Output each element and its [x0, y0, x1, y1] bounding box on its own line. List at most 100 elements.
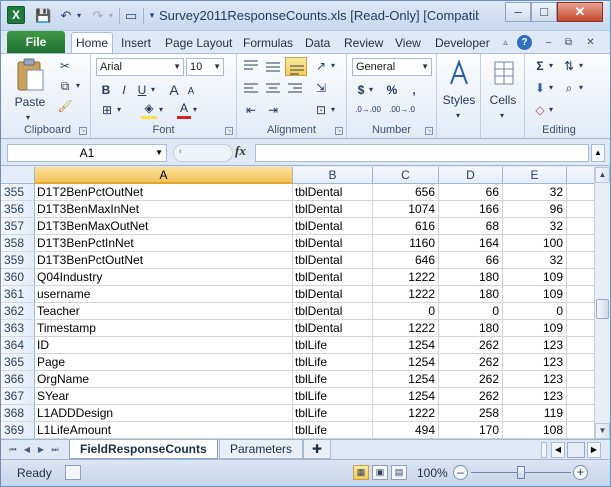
cell-c[interactable]: 1074	[373, 201, 439, 218]
cell-f[interactable]	[567, 201, 594, 218]
cell-f[interactable]	[567, 320, 594, 337]
cell-c[interactable]: 1254	[373, 388, 439, 405]
cell-d[interactable]: 66	[439, 252, 503, 269]
cell-d[interactable]: 262	[439, 371, 503, 388]
undo-dropdown-icon[interactable]: ▾	[75, 7, 83, 24]
cell-b[interactable]: tblDental	[293, 252, 373, 269]
cell-f[interactable]	[567, 354, 594, 371]
decrease-decimal-icon[interactable]: .00→.0	[387, 102, 417, 118]
format-painter-icon[interactable]: 🖌	[57, 98, 73, 114]
cell-e[interactable]: 109	[503, 269, 567, 286]
minimize-ribbon-icon[interactable]: ▵	[498, 35, 513, 50]
percent-icon[interactable]: %	[385, 82, 399, 98]
cells-group[interactable]: Cells ▾	[481, 54, 525, 138]
alignment-launcher-icon[interactable]: ↘	[335, 127, 343, 135]
cell-f[interactable]	[567, 422, 594, 439]
normal-view-icon[interactable]: ▦	[353, 465, 369, 480]
cell-a[interactable]: L1ADDDesign	[35, 405, 293, 422]
cell-e[interactable]: 32	[503, 218, 567, 235]
row-header[interactable]: 355	[1, 184, 35, 201]
cell-e[interactable]: 32	[503, 184, 567, 201]
cell-e[interactable]: 32	[503, 252, 567, 269]
next-sheet-icon[interactable]: ▶	[35, 443, 47, 457]
underline-dropdown-icon[interactable]: ▾	[149, 82, 157, 98]
zoom-level[interactable]: 100%	[417, 466, 448, 480]
column-header-e[interactable]: E	[503, 167, 567, 184]
customize-qat-icon[interactable]: ▾	[147, 7, 157, 24]
cell-d[interactable]: 262	[439, 388, 503, 405]
align-middle-icon[interactable]	[265, 60, 281, 74]
cell-a[interactable]: Timestamp	[35, 320, 293, 337]
find-select-dropdown-icon[interactable]: ▾	[577, 80, 585, 96]
row-header[interactable]: 356	[1, 201, 35, 218]
cell-b[interactable]: tblDental	[293, 201, 373, 218]
horizontal-scroll-thumb[interactable]	[567, 442, 585, 458]
cell-c[interactable]: 0	[373, 303, 439, 320]
grow-font-icon[interactable]: A	[167, 82, 181, 98]
cell-a[interactable]: Teacher	[35, 303, 293, 320]
merge-dropdown-icon[interactable]: ▾	[329, 102, 337, 118]
cell-d[interactable]: 66	[439, 184, 503, 201]
macro-record-icon[interactable]	[65, 465, 81, 480]
tab-data[interactable]: Data	[301, 33, 334, 53]
cell-e[interactable]: 96	[503, 201, 567, 218]
increase-indent-icon[interactable]: ⇥	[265, 102, 281, 118]
insert-sheet-icon[interactable]: ✚	[303, 440, 331, 459]
copy-dropdown-icon[interactable]: ▾	[73, 78, 83, 94]
cell-e[interactable]: 123	[503, 388, 567, 405]
new-document-icon[interactable]: ▭	[125, 7, 137, 24]
cell-b[interactable]: tblDental	[293, 235, 373, 252]
cell-b[interactable]: tblDental	[293, 320, 373, 337]
cell-e[interactable]: 100	[503, 235, 567, 252]
cell-a[interactable]: SYear	[35, 388, 293, 405]
cell-f[interactable]	[567, 269, 594, 286]
clipboard-launcher-icon[interactable]: ↘	[79, 127, 87, 135]
collapse-icon[interactable]: ◖	[177, 146, 183, 157]
cell-a[interactable]: Q04Industry	[35, 269, 293, 286]
column-header-d[interactable]: D	[439, 167, 503, 184]
align-right-icon[interactable]	[287, 82, 303, 96]
align-center-icon[interactable]	[265, 82, 281, 96]
font-size-combo[interactable]: 10 ▼	[186, 58, 224, 76]
cell-f[interactable]	[567, 252, 594, 269]
zoom-slider-thumb[interactable]	[517, 466, 525, 479]
wrap-text-icon[interactable]: ⇲	[313, 80, 329, 96]
help-icon[interactable]: ?	[517, 35, 532, 50]
page-layout-view-icon[interactable]: ▣	[372, 465, 388, 480]
last-sheet-icon[interactable]: ⏭	[49, 443, 61, 457]
excel-logo-icon[interactable]: X	[7, 6, 25, 24]
clear-icon[interactable]: ◇	[533, 102, 547, 118]
cell-f[interactable]	[567, 235, 594, 252]
scroll-up-icon[interactable]: ▲	[595, 167, 610, 183]
align-bottom-button[interactable]	[285, 57, 307, 76]
cell-a[interactable]: Page	[35, 354, 293, 371]
orientation-icon[interactable]: ↗	[313, 58, 329, 74]
cell-b[interactable]: tblLife	[293, 388, 373, 405]
row-header[interactable]: 368	[1, 405, 35, 422]
cell-d[interactable]: 166	[439, 201, 503, 218]
font-color-icon[interactable]: A	[177, 100, 191, 119]
cell-b[interactable]: tblDental	[293, 286, 373, 303]
cell-f[interactable]	[567, 405, 594, 422]
currency-dropdown-icon[interactable]: ▾	[367, 82, 375, 98]
cell-c[interactable]: 1160	[373, 235, 439, 252]
scroll-left-icon[interactable]: ◀	[551, 442, 565, 458]
row-header[interactable]: 357	[1, 218, 35, 235]
styles-group[interactable]: Styles ▾	[437, 54, 481, 138]
cell-c[interactable]: 1222	[373, 269, 439, 286]
cell-b[interactable]: tblLife	[293, 354, 373, 371]
cell-f[interactable]	[567, 218, 594, 235]
cell-a[interactable]: OrgName	[35, 371, 293, 388]
redo-dropdown-icon[interactable]: ▾	[107, 7, 115, 24]
insert-function-button[interactable]: fx	[235, 143, 246, 159]
cell-c[interactable]: 1254	[373, 354, 439, 371]
cell-f[interactable]	[567, 184, 594, 201]
orientation-dropdown-icon[interactable]: ▾	[329, 58, 337, 74]
prev-sheet-icon[interactable]: ◀	[21, 443, 33, 457]
cell-a[interactable]: D1T3BenMaxOutNet	[35, 218, 293, 235]
formula-input[interactable]	[255, 144, 589, 162]
cell-d[interactable]: 258	[439, 405, 503, 422]
file-tab[interactable]: File	[7, 31, 65, 53]
tab-insert[interactable]: Insert	[117, 33, 155, 53]
sort-filter-icon[interactable]: ⇅	[561, 58, 577, 74]
